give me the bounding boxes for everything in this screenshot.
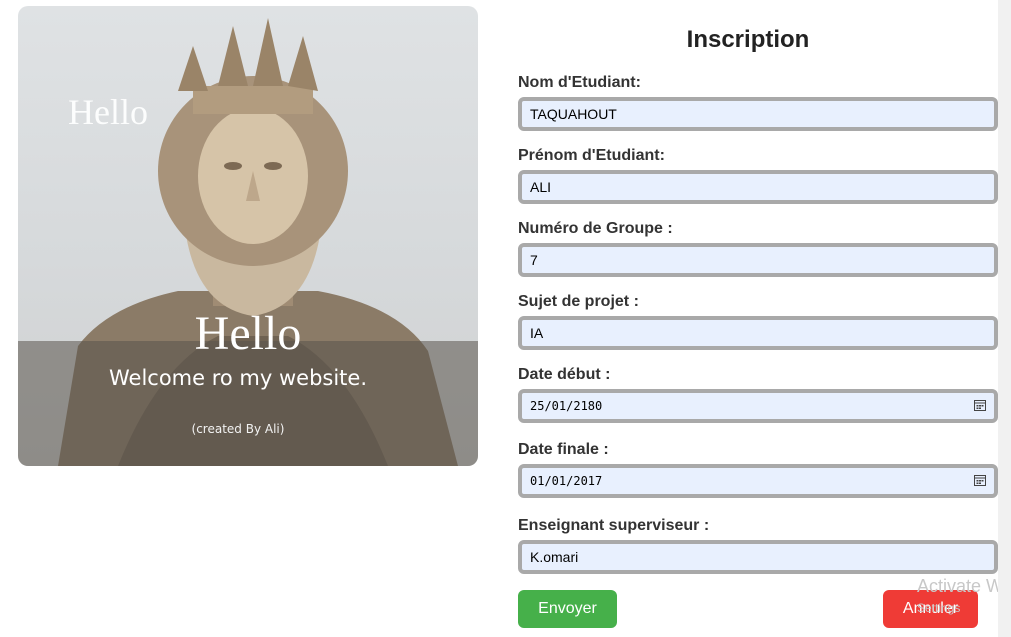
hero-welcome-text: Welcome ro my website. [108, 366, 368, 390]
date-debut-value: 25/01/2180 [530, 399, 603, 413]
activate-watermark-title: Activate W [917, 576, 1004, 596]
enseignant-input[interactable]: K.omari [518, 540, 998, 574]
label-prenom: Prénom d'Etudiant: [518, 147, 665, 164]
nom-input[interactable]: TAQUAHOUT [518, 97, 998, 131]
calendar-icon[interactable] [974, 399, 986, 411]
groupe-input[interactable]: 7 [518, 243, 998, 277]
date-debut-input[interactable]: 25/01/2180 [518, 389, 998, 423]
hero-created-by: (created By Ali) [191, 422, 285, 436]
date-finale-value: 01/01/2017 [530, 474, 603, 488]
sujet-input[interactable]: IA [518, 316, 998, 350]
hero-hello-top: Hello [68, 92, 148, 132]
label-nom: Nom d'Etudiant: [518, 74, 641, 91]
envoyer-button[interactable]: Envoyer [518, 590, 617, 628]
label-sujet: Sujet de projet : [518, 293, 639, 310]
label-date-debut: Date début : [518, 366, 611, 383]
hero-hello-main: Hello [194, 307, 302, 360]
label-enseignant: Enseignant superviseur : [518, 517, 710, 534]
form-title: Inscription [686, 26, 810, 53]
activate-watermark-subtitle: Settings [917, 601, 961, 615]
label-date-finale: Date finale : [518, 441, 609, 458]
vertical-scrollbar[interactable] [998, 0, 1011, 637]
prenom-input[interactable]: ALI [518, 170, 998, 204]
date-finale-input[interactable]: 01/01/2017 [518, 464, 998, 498]
label-groupe: Numéro de Groupe : [518, 220, 673, 237]
hero-image: Hello Hello Welcome ro my website. (crea… [18, 6, 478, 466]
calendar-icon[interactable] [974, 474, 986, 486]
